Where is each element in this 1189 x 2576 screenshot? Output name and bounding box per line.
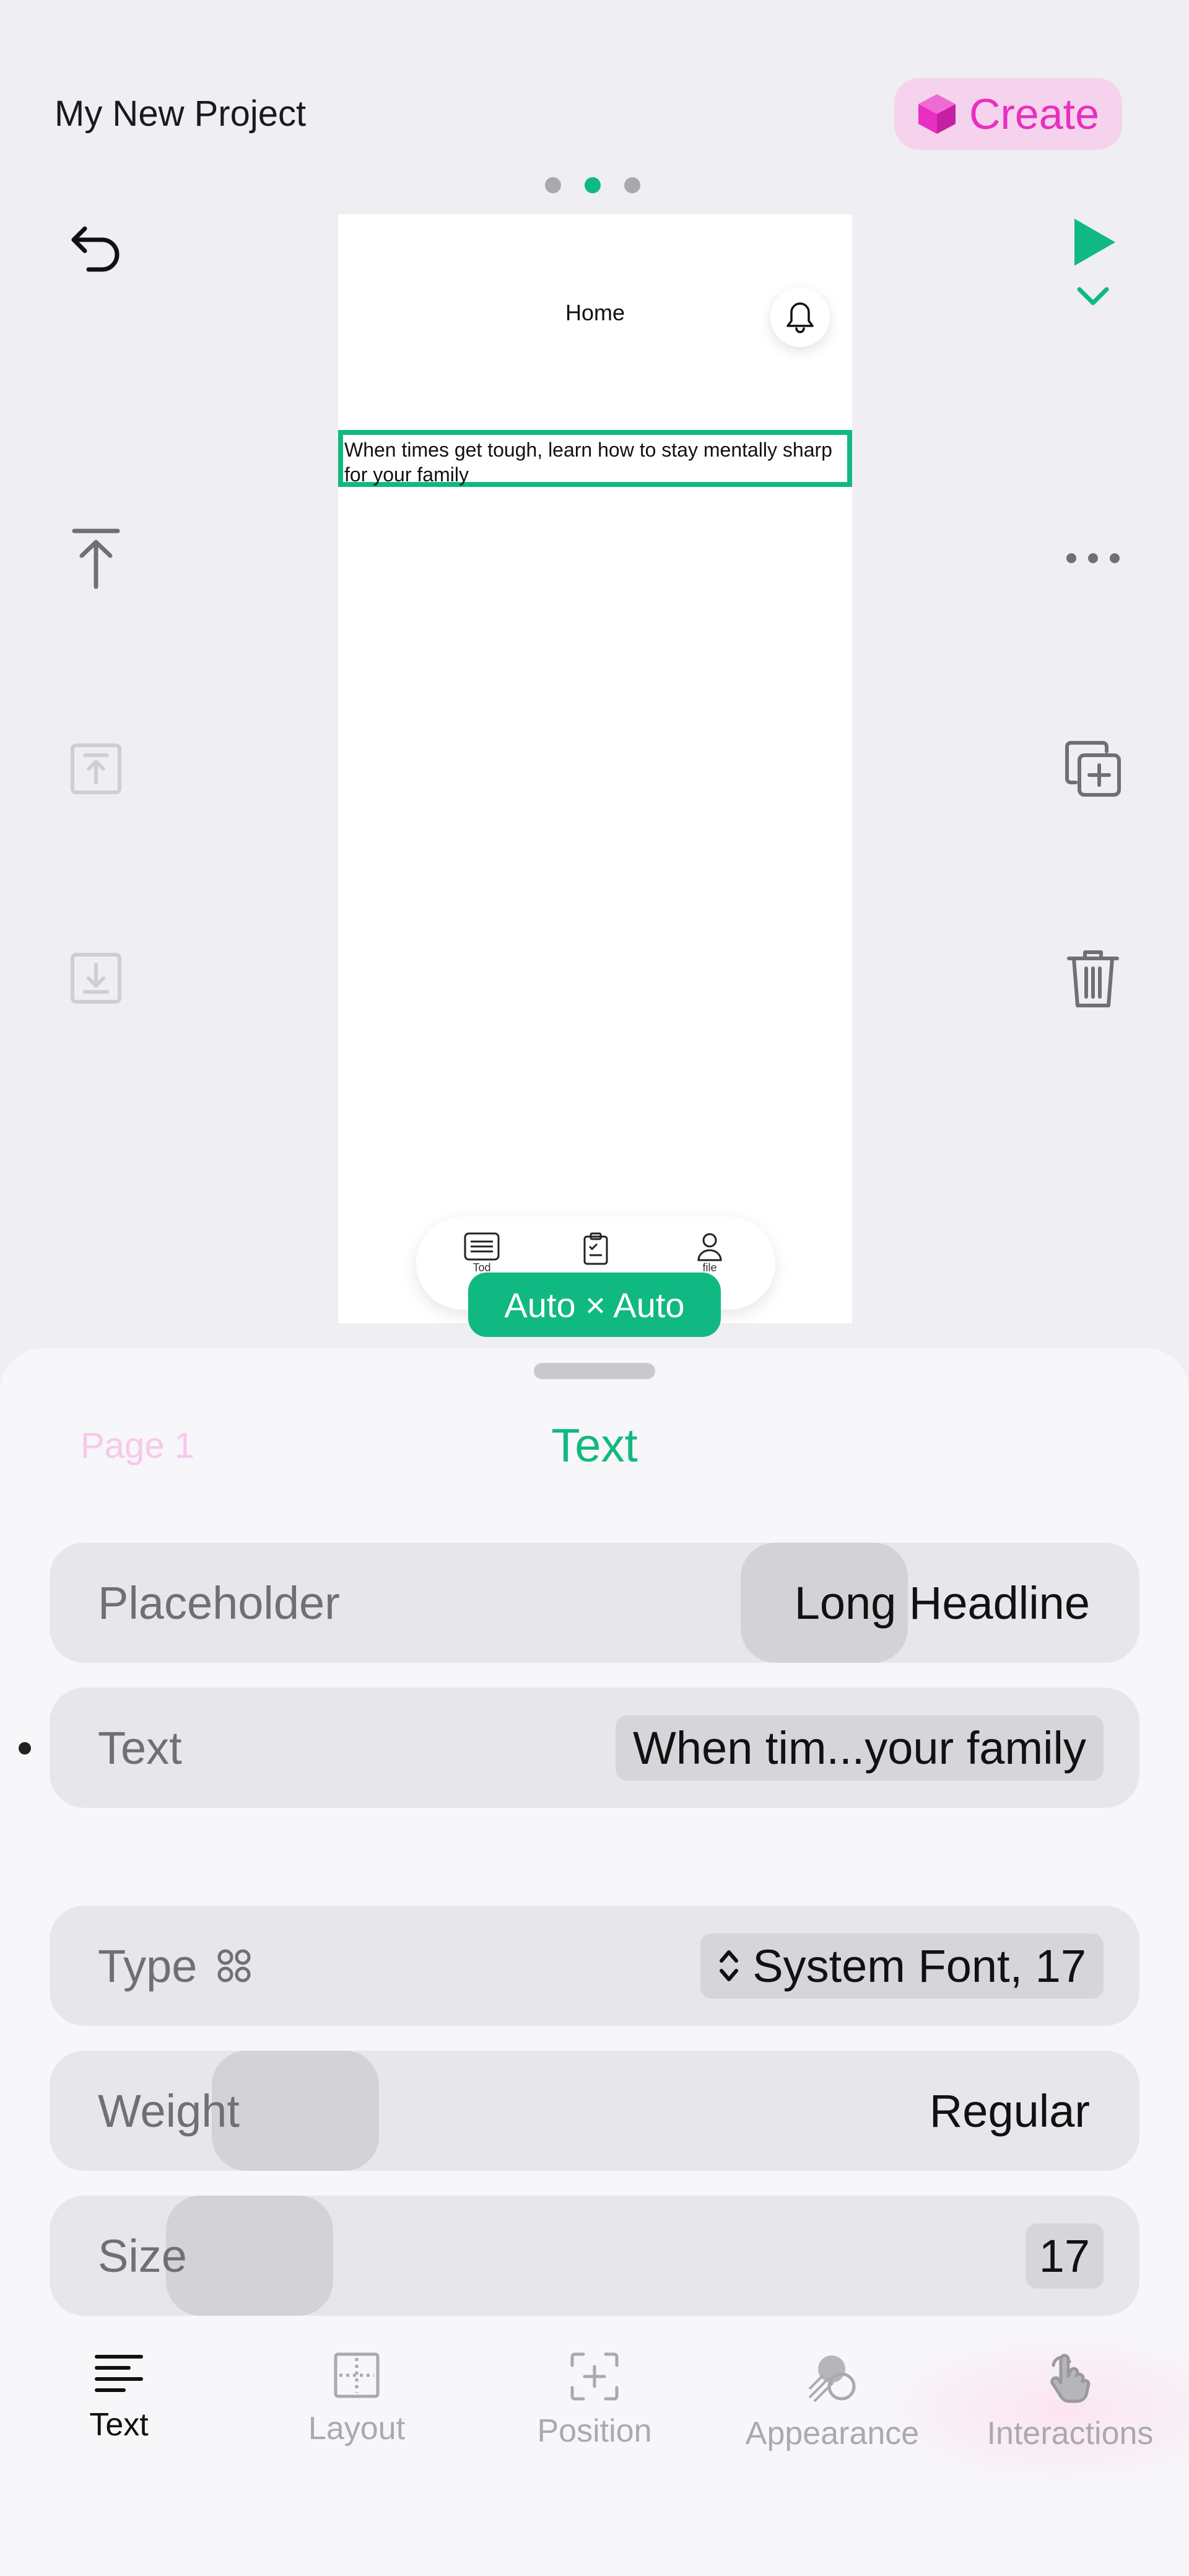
- duplicate-button[interactable]: [1059, 735, 1127, 803]
- placeholder-value[interactable]: Long Headline: [795, 1543, 1090, 1663]
- weight-label: Weight: [98, 2085, 240, 2137]
- text-label: Text: [98, 1722, 182, 1774]
- toolbar-layout-tab[interactable]: Layout: [238, 2352, 476, 2447]
- toolbar-interactions-tab[interactable]: Interactions: [951, 2352, 1189, 2452]
- toolbar-position-label: Position: [537, 2413, 652, 2449]
- send-backward-icon: [71, 953, 121, 1004]
- project-title: My New Project: [54, 94, 307, 134]
- profile-icon: [697, 1233, 722, 1261]
- size-label: Size: [98, 2230, 187, 2282]
- toolbar-text-label: Text: [89, 2407, 149, 2443]
- type-row[interactable]: Type System Font, 17: [50, 1906, 1139, 2026]
- selected-text-element[interactable]: When times get tough, learn how to stay …: [338, 430, 852, 487]
- canvas-tab-1[interactable]: Tod: [457, 1232, 507, 1274]
- sheet-title: Text: [551, 1419, 638, 1472]
- undo-button[interactable]: [62, 213, 130, 281]
- sheet-grabber[interactable]: [534, 1363, 655, 1379]
- play-icon: [1074, 219, 1115, 266]
- create-button-label: Create: [969, 90, 1100, 138]
- size-indicator: Auto × Auto: [468, 1273, 721, 1337]
- size-row[interactable]: Size 17: [50, 2196, 1139, 2316]
- canvas-tab-2[interactable]: [571, 1232, 621, 1265]
- layout-icon: [334, 2352, 380, 2398]
- bring-forward-button[interactable]: [62, 735, 130, 803]
- toolbar-appearance-label: Appearance: [745, 2416, 920, 2451]
- create-button[interactable]: Create: [894, 78, 1122, 150]
- delete-button[interactable]: [1059, 944, 1127, 1012]
- undo-icon: [71, 226, 120, 272]
- move-to-top-button[interactable]: [62, 524, 130, 592]
- toolbar-text-tab[interactable]: Text: [0, 2352, 238, 2443]
- size-value[interactable]: 17: [1025, 2223, 1104, 2289]
- play-button[interactable]: [1059, 208, 1127, 276]
- page-indicator[interactable]: [545, 177, 640, 193]
- weight-value[interactable]: Regular: [930, 2051, 1090, 2171]
- clipboard-icon: [583, 1232, 608, 1265]
- hand-tap-icon: [1050, 2354, 1091, 2403]
- toolbar-interactions-label: Interactions: [986, 2416, 1154, 2451]
- font-grid-icon: [217, 1949, 251, 1982]
- page-dot-2[interactable]: [585, 177, 601, 193]
- bring-forward-icon: [71, 743, 121, 794]
- appearance-icon: [808, 2355, 856, 2403]
- cube-icon: [918, 94, 956, 134]
- arrow-to-top-icon: [72, 528, 120, 589]
- toolbar-position-tab[interactable]: Position: [476, 2352, 713, 2450]
- toolbar-layout-label: Layout: [308, 2411, 406, 2447]
- placeholder-label: Placeholder: [98, 1577, 340, 1629]
- canvas-screen[interactable]: Home When times get tough, learn how to …: [338, 214, 852, 1323]
- duplicate-icon: [1065, 741, 1121, 797]
- toolbar-appearance-tab[interactable]: Appearance: [713, 2352, 951, 2452]
- list-icon: [464, 1232, 500, 1261]
- chevron-up-down-icon: [720, 1950, 739, 1981]
- text-align-icon: [95, 2355, 143, 2392]
- position-icon: [570, 2352, 619, 2401]
- text-value[interactable]: When tim...your family: [616, 1715, 1104, 1781]
- more-button[interactable]: [1059, 524, 1127, 592]
- type-value: System Font, 17: [752, 1940, 1086, 1992]
- bell-icon: [786, 302, 814, 333]
- more-icon: [1066, 553, 1120, 563]
- weight-row[interactable]: Weight Regular: [50, 2051, 1139, 2171]
- chevron-down-icon: [1077, 287, 1109, 305]
- page-dot-1[interactable]: [545, 177, 561, 193]
- type-label-group: Type: [98, 1906, 253, 2026]
- placeholder-row[interactable]: Placeholder Long Headline: [50, 1543, 1139, 1663]
- type-value-picker[interactable]: System Font, 17: [700, 1933, 1104, 1999]
- canvas-tab-3[interactable]: file: [685, 1232, 734, 1274]
- page-dot-3[interactable]: [624, 177, 640, 193]
- play-options-button[interactable]: [1065, 278, 1121, 315]
- trash-icon: [1067, 950, 1119, 1007]
- notification-button[interactable]: [770, 287, 830, 347]
- bullet-dot: [19, 1742, 31, 1755]
- send-backward-button[interactable]: [62, 944, 130, 1012]
- text-row[interactable]: Text When tim...your family: [50, 1688, 1139, 1808]
- type-label: Type: [98, 1940, 198, 1992]
- size-touch-highlight: [166, 2196, 333, 2316]
